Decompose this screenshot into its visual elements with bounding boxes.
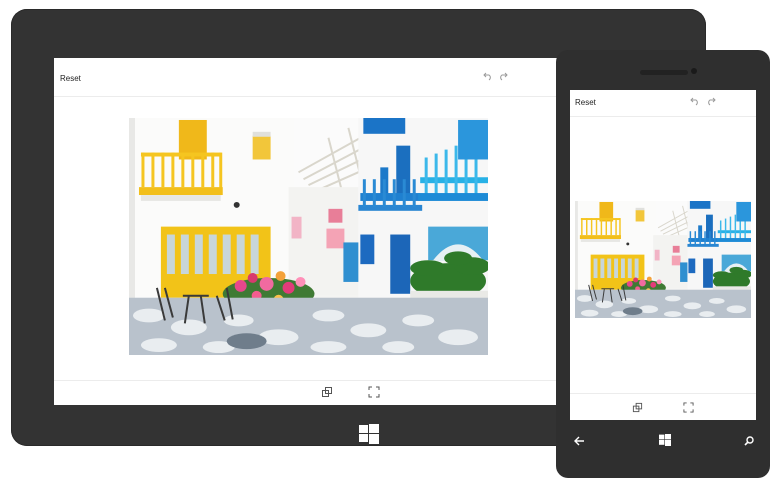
- edited-photo[interactable]: [129, 118, 488, 355]
- back-arrow-icon[interactable]: [574, 436, 585, 446]
- crop-icon[interactable]: [632, 402, 643, 413]
- phone-screen: Reset: [570, 90, 756, 420]
- reset-button[interactable]: Reset: [575, 98, 596, 107]
- fit-to-screen-icon[interactable]: [368, 386, 380, 398]
- phone-device: Reset: [556, 50, 770, 478]
- tablet-bottom-toolbar: [54, 380, 610, 405]
- crop-icon[interactable]: [321, 386, 333, 398]
- tablet-toolbar: Reset: [54, 58, 610, 97]
- windows-logo-icon[interactable]: [359, 424, 379, 444]
- fit-to-screen-icon[interactable]: [683, 402, 694, 413]
- phone-speaker: [640, 70, 688, 75]
- search-icon[interactable]: [744, 436, 754, 446]
- redo-icon[interactable]: [706, 96, 716, 106]
- reset-button[interactable]: Reset: [60, 74, 81, 83]
- undo-icon[interactable]: [690, 96, 700, 106]
- undo-icon[interactable]: [483, 71, 493, 81]
- phone-toolbar: Reset: [570, 90, 756, 117]
- phone-bottom-toolbar: [570, 393, 756, 420]
- windows-logo-icon[interactable]: [659, 434, 671, 446]
- tablet-screen: Reset: [54, 58, 610, 405]
- phone-camera: [691, 68, 697, 74]
- edited-photo[interactable]: [575, 201, 751, 318]
- redo-icon[interactable]: [498, 71, 508, 81]
